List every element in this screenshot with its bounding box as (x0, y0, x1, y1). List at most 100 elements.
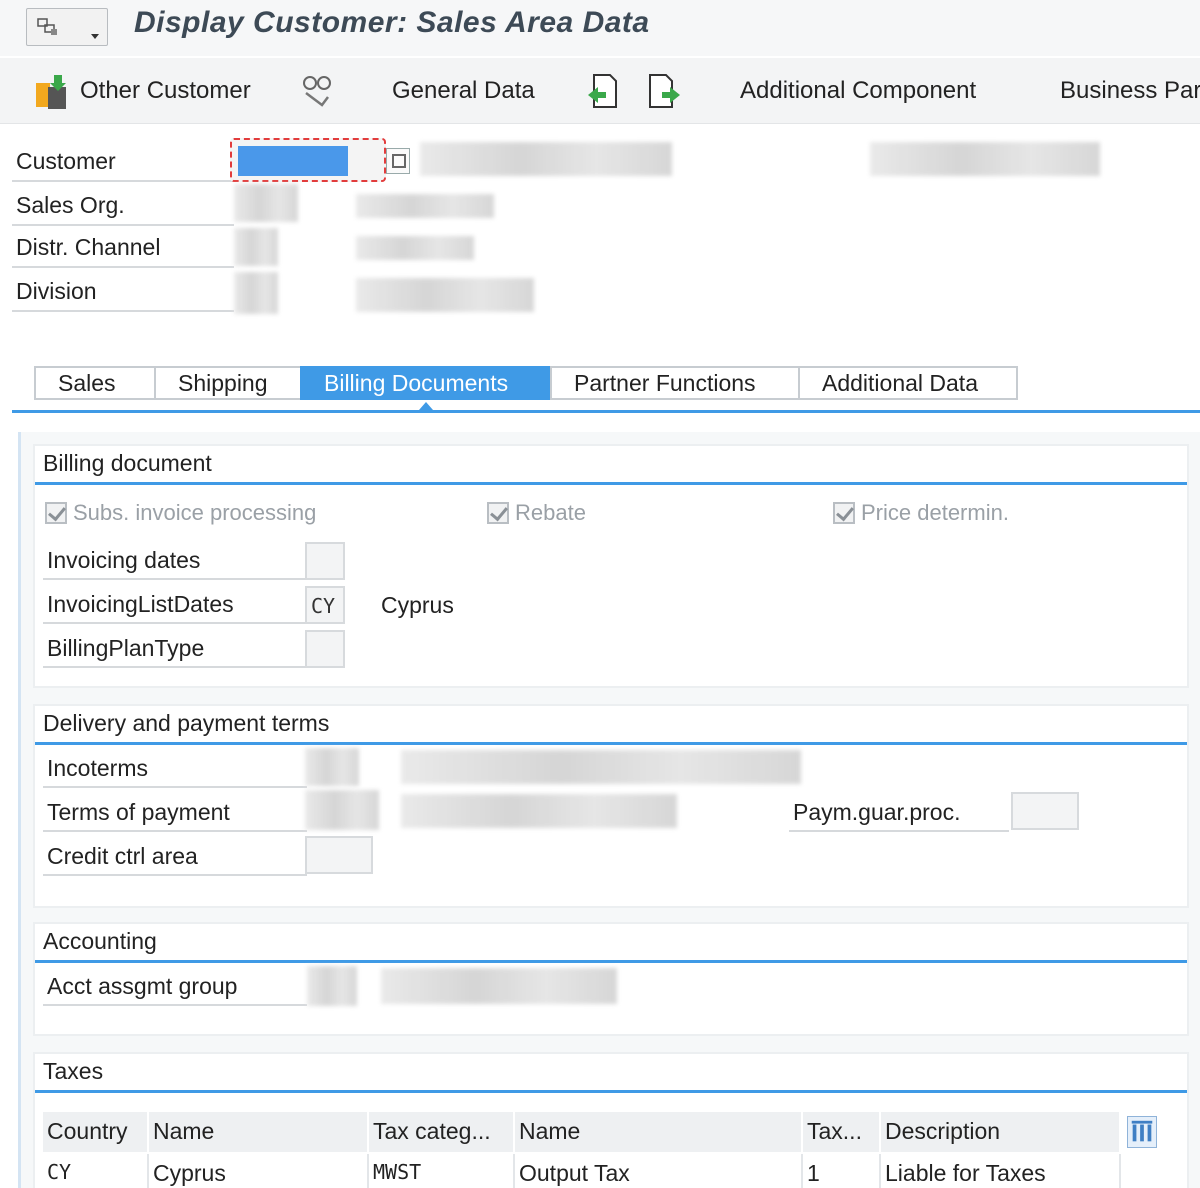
terms-of-payment-label: Terms of payment (43, 794, 307, 832)
taxes-group: Taxes Country Name Tax categ... Name Tax… (33, 1052, 1189, 1188)
display-change-button[interactable] (298, 68, 344, 114)
title-bar: Display Customer: Sales Area Data (0, 0, 1200, 56)
subs-invoice-label: Subs. invoice processing (73, 500, 317, 525)
group-divider (35, 742, 1187, 745)
accounting-group: Accounting Acct assgmt group (33, 922, 1189, 1036)
menu-icon (37, 18, 57, 35)
table-row[interactable]: CY Cyprus MWST Output Tax 1 Liable for T… (43, 1154, 1121, 1188)
paym-guar-proc-label: Paym.guar.proc. (789, 794, 1009, 832)
customer-input-selection (238, 146, 348, 176)
sales-org-value-redacted (234, 184, 298, 222)
other-customer-label: Other Customer (80, 77, 251, 104)
accounting-title: Accounting (43, 928, 157, 954)
cell-country-name: Cyprus (149, 1154, 369, 1188)
checkbox-checked-icon (833, 502, 855, 524)
sales-org-label: Sales Org. (12, 186, 234, 226)
tab-additional-data[interactable]: Additional Data (798, 366, 1018, 400)
terms-of-payment-value-redacted (305, 790, 379, 830)
column-header-tax-name[interactable]: Name (515, 1112, 803, 1152)
customer-input[interactable] (230, 138, 386, 182)
tab-content: Billing document Subs. invoice processin… (18, 432, 1200, 1188)
delivery-payment-title: Delivery and payment terms (43, 710, 330, 736)
general-data-label: General Data (392, 77, 535, 104)
delivery-payment-group: Delivery and payment terms Incoterms Ter… (33, 704, 1189, 908)
incoterms-text-redacted (401, 750, 801, 784)
business-partner-button[interactable]: Business Part (1060, 68, 1200, 114)
tab-strip: Sales Shipping Billing Documents Partner… (34, 366, 1018, 410)
taxes-title: Taxes (43, 1058, 104, 1084)
tab-partner-functions[interactable]: Partner Functions (550, 366, 798, 400)
previous-page-button[interactable] (584, 68, 630, 114)
invoicing-list-dates-field[interactable]: CY (305, 586, 345, 624)
other-customer-icon (36, 75, 66, 109)
incoterms-label: Incoterms (43, 750, 307, 788)
tab-billing-documents[interactable]: Billing Documents (300, 366, 550, 410)
division-text-redacted (356, 278, 534, 312)
division-value-redacted (234, 272, 278, 314)
group-divider (35, 1090, 1187, 1093)
application-toolbar: Other Customer General Data Additional C… (0, 58, 1200, 124)
acct-assgmt-group-label: Acct assgmt group (43, 968, 307, 1006)
next-page-button[interactable] (646, 68, 692, 114)
checkbox-checked-icon (487, 502, 509, 524)
general-data-button[interactable]: General Data (392, 68, 535, 114)
credit-ctrl-area-label: Credit ctrl area (43, 838, 307, 876)
cell-description: Liable for Taxes (881, 1154, 1121, 1188)
next-page-icon (649, 74, 680, 108)
acct-assgmt-value-redacted (307, 966, 357, 1006)
terms-of-payment-text-redacted (401, 794, 677, 828)
cell-tax-name: Output Tax (515, 1154, 803, 1188)
menu-button[interactable] (26, 8, 108, 46)
business-partner-label: Business Part (1060, 77, 1200, 104)
tab-shipping[interactable]: Shipping (154, 366, 300, 400)
billing-plan-type-field[interactable] (305, 630, 345, 668)
column-header-description[interactable]: Description (881, 1112, 1121, 1152)
glasses-icon (303, 76, 331, 107)
checkbox-checked-icon (45, 502, 67, 524)
invoicing-list-dates-label: InvoicingListDates (43, 586, 307, 624)
invoicing-dates-field[interactable] (305, 542, 345, 580)
other-customer-button[interactable]: Other Customer (34, 68, 251, 114)
rebate-checkbox[interactable]: Rebate (487, 500, 586, 526)
additional-component-label: Additional Component (740, 77, 977, 104)
price-determin-label: Price determin. (861, 500, 1009, 525)
incoterms-value-redacted (305, 748, 359, 786)
invoicing-dates-label: Invoicing dates (43, 542, 307, 580)
distr-channel-value-redacted (234, 228, 278, 266)
division-label: Division (12, 272, 234, 312)
column-header-tax-category[interactable]: Tax categ... (369, 1112, 515, 1152)
sales-org-text-redacted (356, 194, 494, 218)
additional-component-button[interactable]: Additional Component (740, 68, 976, 114)
price-determin-checkbox[interactable]: Price determin. (833, 500, 1009, 526)
cell-tax-classification: 1 (803, 1154, 881, 1188)
group-divider (35, 960, 1187, 963)
group-divider (35, 482, 1187, 485)
tab-sales[interactable]: Sales (34, 366, 154, 400)
tab-underline (12, 410, 1200, 413)
customer-label: Customer (12, 142, 234, 182)
column-header-name[interactable]: Name (149, 1112, 369, 1152)
rebate-label: Rebate (515, 500, 586, 525)
page-title: Display Customer: Sales Area Data (134, 6, 650, 39)
billing-document-group: Billing document Subs. invoice processin… (33, 444, 1189, 688)
distr-channel-label: Distr. Channel (12, 228, 234, 268)
customer-city-redacted (870, 142, 1100, 176)
paym-guar-proc-field[interactable] (1011, 792, 1079, 830)
customer-name-redacted (420, 142, 672, 176)
cell-country: CY (43, 1154, 149, 1188)
acct-assgmt-text-redacted (381, 968, 617, 1004)
value-help-icon[interactable] (386, 148, 410, 174)
billing-plan-type-label: BillingPlanType (43, 630, 307, 668)
column-header-tax-classification[interactable]: Tax... (803, 1112, 881, 1152)
distr-channel-text-redacted (356, 236, 474, 260)
invoicing-list-dates-text: Cyprus (381, 592, 454, 618)
subs-invoice-checkbox[interactable]: Subs. invoice processing (45, 500, 316, 526)
credit-ctrl-area-field[interactable] (305, 836, 373, 874)
taxes-table-header: Country Name Tax categ... Name Tax... De… (43, 1112, 1121, 1152)
column-settings-icon[interactable] (1127, 1116, 1157, 1148)
column-header-country[interactable]: Country (43, 1112, 149, 1152)
cell-tax-category: MWST (369, 1154, 515, 1188)
chevron-down-icon (91, 34, 99, 39)
billing-document-title: Billing document (43, 450, 212, 476)
previous-page-icon (588, 74, 617, 108)
